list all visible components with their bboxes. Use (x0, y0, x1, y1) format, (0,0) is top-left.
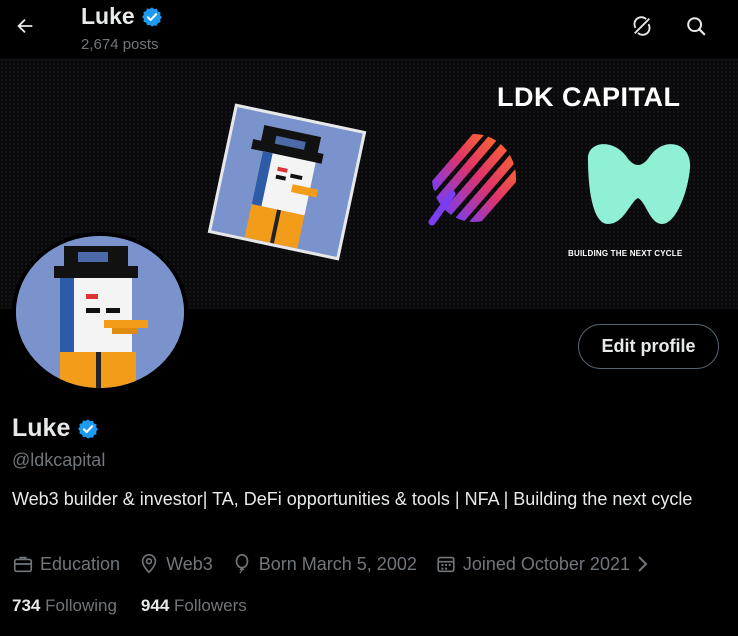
banner-penguin-card-image (207, 103, 367, 261)
banner-title: LDK CAPITAL (497, 82, 681, 112)
following-label: Following (45, 596, 117, 615)
header-name: Luke (81, 3, 135, 29)
profile-meta-row: Education Web3 Born March 5, 2002 Joined… (12, 553, 650, 575)
chevron-right-icon[interactable] (634, 554, 650, 574)
calendar-icon (437, 556, 455, 573)
grok-button[interactable] (625, 9, 659, 43)
banner-logo-mint-image (588, 144, 691, 224)
meta-joined[interactable]: Joined October 2021 (435, 553, 630, 575)
followers-count: 944 (140, 596, 170, 615)
banner-logo-stripes-image (428, 134, 516, 226)
banner-tagline: BUILDING THE NEXT CYCLE (568, 249, 683, 258)
meta-birthday: Born March 5, 2002 (231, 553, 417, 575)
following-link[interactable]: 734 Following (12, 596, 117, 616)
meta-category[interactable]: Education (12, 553, 120, 575)
grok-icon (633, 16, 651, 36)
profile-handle: @ldkcapital (12, 450, 106, 470)
search-button[interactable] (679, 9, 713, 43)
arrow-left-icon (17, 18, 33, 34)
meta-location: Web3 (138, 553, 213, 575)
verified-badge-icon[interactable] (77, 418, 99, 440)
verified-badge-icon (141, 6, 162, 27)
search-icon (687, 17, 706, 36)
joined-label: Joined October 2021 (462, 553, 630, 574)
follow-stats: 734 Following 944 Followers (12, 596, 271, 616)
back-button[interactable] (8, 9, 42, 43)
followers-label: Followers (174, 596, 247, 615)
profile-name-group: Luke (12, 414, 99, 443)
category-label: Education (40, 553, 121, 574)
balloon-icon (235, 554, 249, 574)
top-bar: Luke 2,674 posts (0, 0, 738, 58)
location-label: Web3 (166, 553, 213, 574)
profile-bio: Web3 builder & investor| TA, DeFi opport… (12, 489, 693, 509)
briefcase-icon (13, 556, 33, 573)
following-count: 734 (12, 596, 41, 615)
birthday-label: Born March 5, 2002 (258, 553, 417, 574)
header-name-group: Luke (81, 3, 163, 30)
post-count: 2,674 posts (81, 36, 159, 53)
edit-profile-button[interactable]: Edit profile (578, 324, 719, 369)
profile-avatar[interactable] (12, 232, 188, 392)
followers-link[interactable]: 944 Followers (141, 596, 247, 616)
location-pin-icon (141, 554, 157, 574)
profile-name: Luke (12, 414, 71, 442)
